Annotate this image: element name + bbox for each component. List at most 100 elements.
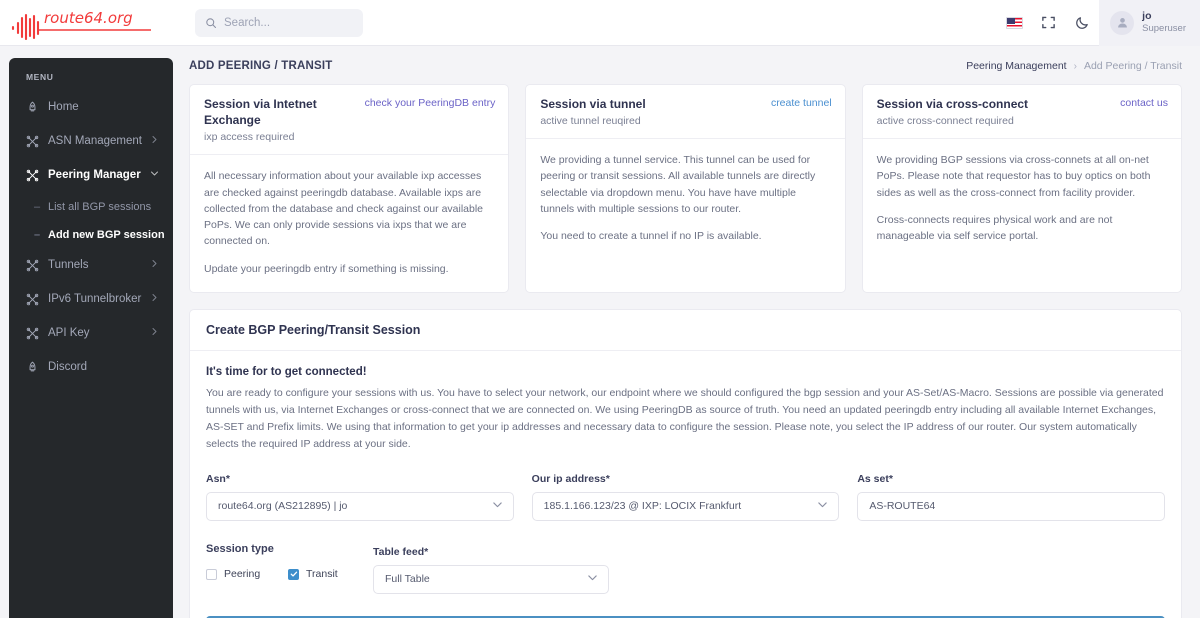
breadcrumb-parent[interactable]: Peering Management bbox=[966, 60, 1066, 72]
checkbox-transit[interactable]: Transit bbox=[288, 566, 373, 583]
sidebar-item-tunnels[interactable]: Tunnels bbox=[9, 250, 173, 280]
checkmark-icon bbox=[290, 572, 297, 578]
card-title: Session via Intetnet Exchange bbox=[204, 97, 317, 128]
network-icon bbox=[26, 259, 48, 272]
checkbox-peering-box[interactable] bbox=[206, 568, 217, 580]
network-icon bbox=[26, 169, 48, 182]
route64-logo-icon: route64.org bbox=[11, 9, 151, 40]
contact-us-link[interactable]: contact us bbox=[1120, 96, 1168, 109]
chevron-down-icon bbox=[150, 169, 159, 181]
info-cards-row: Session via Intetnet Exchange ixp access… bbox=[173, 84, 1200, 293]
card-subtitle: ixp access required bbox=[204, 131, 295, 144]
asn-value: route64.org (AS212895) | jo bbox=[218, 500, 348, 513]
avatar bbox=[1110, 10, 1135, 35]
sidebar-item-ipv6-tunnelbroker[interactable]: IPv6 Tunnelbroker bbox=[9, 284, 173, 314]
sidebar-item-home[interactable]: Home bbox=[9, 92, 173, 122]
sidebar-subitem-list-all-bgp-sessions[interactable]: – List all BGP sessions bbox=[9, 194, 173, 220]
card-title: Session via tunnel bbox=[540, 97, 646, 111]
brand-logo[interactable]: route64.org bbox=[0, 0, 173, 46]
dash-icon: – bbox=[34, 200, 41, 213]
card-paragraph-2: Update your peeringdb entry if something… bbox=[204, 262, 449, 275]
panel-body: It's time for to get connected! You are … bbox=[190, 351, 1181, 618]
sidebar-menu-label: MENU bbox=[26, 72, 54, 82]
create-tunnel-link[interactable]: create tunnel bbox=[771, 96, 832, 109]
sidebar-subitem-add-new-bgp-session[interactable]: – Add new BGP session bbox=[9, 222, 173, 248]
dash-icon: – bbox=[34, 228, 41, 241]
ip-value: 185.1.166.123/23 @ IXP: LOCIX Frankfurt bbox=[543, 500, 742, 513]
sidebar-item-discord[interactable]: Discord bbox=[9, 352, 173, 382]
ip-label: Our ip address* bbox=[531, 472, 610, 485]
sidebar-subitem-label: Add new BGP session bbox=[48, 229, 165, 241]
sidebar-item-label: Home bbox=[48, 101, 79, 113]
sidebar-item-label: IPv6 Tunnelbroker bbox=[48, 293, 142, 305]
network-icon bbox=[26, 327, 48, 340]
checkbox-transit-box[interactable] bbox=[288, 568, 299, 580]
sidebar-item-label: ASN Management bbox=[48, 135, 142, 147]
card-body: All necessary information about your ava… bbox=[190, 155, 508, 292]
form-row-primary: Asn* route64.org (AS212895) | jo Our ip … bbox=[206, 472, 1166, 521]
chevron-down-icon bbox=[587, 572, 598, 586]
dark-mode-toggle[interactable] bbox=[1065, 0, 1099, 46]
card-subtitle: active cross-connect required bbox=[876, 115, 1014, 128]
search-box[interactable] bbox=[195, 8, 363, 37]
card-titles: Session via Intetnet Exchange ixp access… bbox=[204, 96, 365, 143]
card-paragraph-1: We providing BGP sessions via cross-conn… bbox=[876, 154, 1151, 199]
as-set-value: AS-ROUTE64 bbox=[869, 500, 936, 513]
card-header: Session via cross-connect active cross-c… bbox=[862, 85, 1181, 140]
table-feed-value: Full Table bbox=[385, 573, 430, 586]
top-bar: route64.org Search... jo Superuser bbox=[0, 0, 1200, 46]
intro-text: You are ready to configure your sessions… bbox=[206, 386, 1164, 450]
chevron-down-icon bbox=[817, 499, 828, 513]
sidebar-item-peering-manager[interactable]: Peering Manager bbox=[9, 160, 173, 190]
language-selector-button[interactable] bbox=[997, 0, 1031, 46]
card-session-via-cross-connect: Session via cross-connect active cross-c… bbox=[861, 84, 1182, 293]
sidebar-item-asn-management[interactable]: ASN Management bbox=[9, 126, 173, 156]
search-input[interactable] bbox=[224, 16, 353, 29]
card-titles: Session via tunnel active tunnel reuqire… bbox=[540, 96, 771, 127]
rocket-icon bbox=[26, 361, 48, 374]
breadcrumb-current: Add Peering / Transit bbox=[1083, 60, 1182, 72]
breadcrumb: Peering Management › Add Peering / Trans… bbox=[966, 60, 1182, 72]
search-icon bbox=[206, 17, 217, 28]
breadcrumb-separator-icon: › bbox=[1073, 60, 1077, 72]
checkbox-peering[interactable]: Peering bbox=[206, 566, 288, 583]
card-paragraph-2: Cross-connects requires physical work an… bbox=[876, 213, 1113, 243]
check-peeringdb-entry-link[interactable]: check your PeeringDB entry bbox=[365, 96, 496, 109]
user-info: jo Superuser bbox=[1142, 10, 1186, 35]
main-content: ADD PEERING / TRANSIT Peering Management… bbox=[173, 46, 1200, 618]
asn-select[interactable]: route64.org (AS212895) | jo bbox=[206, 491, 514, 521]
field-asn: Asn* route64.org (AS212895) | jo bbox=[206, 473, 514, 521]
checkbox-peering-label: Peering bbox=[224, 568, 261, 581]
page-header: ADD PEERING / TRANSIT Peering Management… bbox=[173, 46, 1200, 84]
session-type-row: Peering Transit Table feed* Full Table bbox=[206, 546, 1165, 594]
user-menu[interactable]: jo Superuser bbox=[1099, 0, 1200, 46]
table-feed-label: Table feed* bbox=[373, 545, 429, 558]
sidebar-item-label: Tunnels bbox=[48, 259, 89, 271]
moon-icon bbox=[1075, 17, 1088, 29]
chevron-right-icon bbox=[150, 327, 159, 339]
chevron-right-icon bbox=[150, 259, 159, 271]
fullscreen-button[interactable] bbox=[1031, 0, 1065, 46]
sidebar-item-label: Discord bbox=[48, 361, 87, 373]
card-body: We providing BGP sessions via cross-conn… bbox=[863, 139, 1181, 259]
field-as-set: As set* AS-ROUTE64 bbox=[857, 472, 1166, 521]
chevron-down-icon bbox=[492, 499, 503, 513]
network-icon bbox=[26, 293, 48, 306]
as-set-input[interactable]: AS-ROUTE64 bbox=[857, 491, 1166, 521]
card-session-via-tunnel: Session via tunnel active tunnel reuqire… bbox=[525, 84, 846, 293]
field-table-feed: Table feed* Full Table bbox=[373, 546, 609, 594]
sidebar-item-label: API Key bbox=[48, 327, 90, 339]
sidebar-item-label: Peering Manager bbox=[48, 169, 141, 181]
user-role: Superuser bbox=[1142, 22, 1186, 34]
card-paragraph-1: All necessary information about your ava… bbox=[204, 170, 484, 248]
table-feed-select[interactable]: Full Table bbox=[373, 564, 609, 594]
topbar-actions: jo Superuser bbox=[997, 0, 1200, 46]
asn-label: Asn* bbox=[206, 472, 230, 485]
user-icon bbox=[1117, 18, 1127, 28]
as-set-label: As set* bbox=[857, 472, 893, 485]
session-type-label: Session type bbox=[206, 542, 274, 555]
rocket-icon bbox=[26, 101, 48, 114]
sidebar-item-api-key[interactable]: API Key bbox=[9, 318, 173, 348]
our-ip-address-select[interactable]: 185.1.166.123/23 @ IXP: LOCIX Frankfurt bbox=[531, 491, 840, 521]
chevron-right-icon bbox=[150, 293, 159, 305]
